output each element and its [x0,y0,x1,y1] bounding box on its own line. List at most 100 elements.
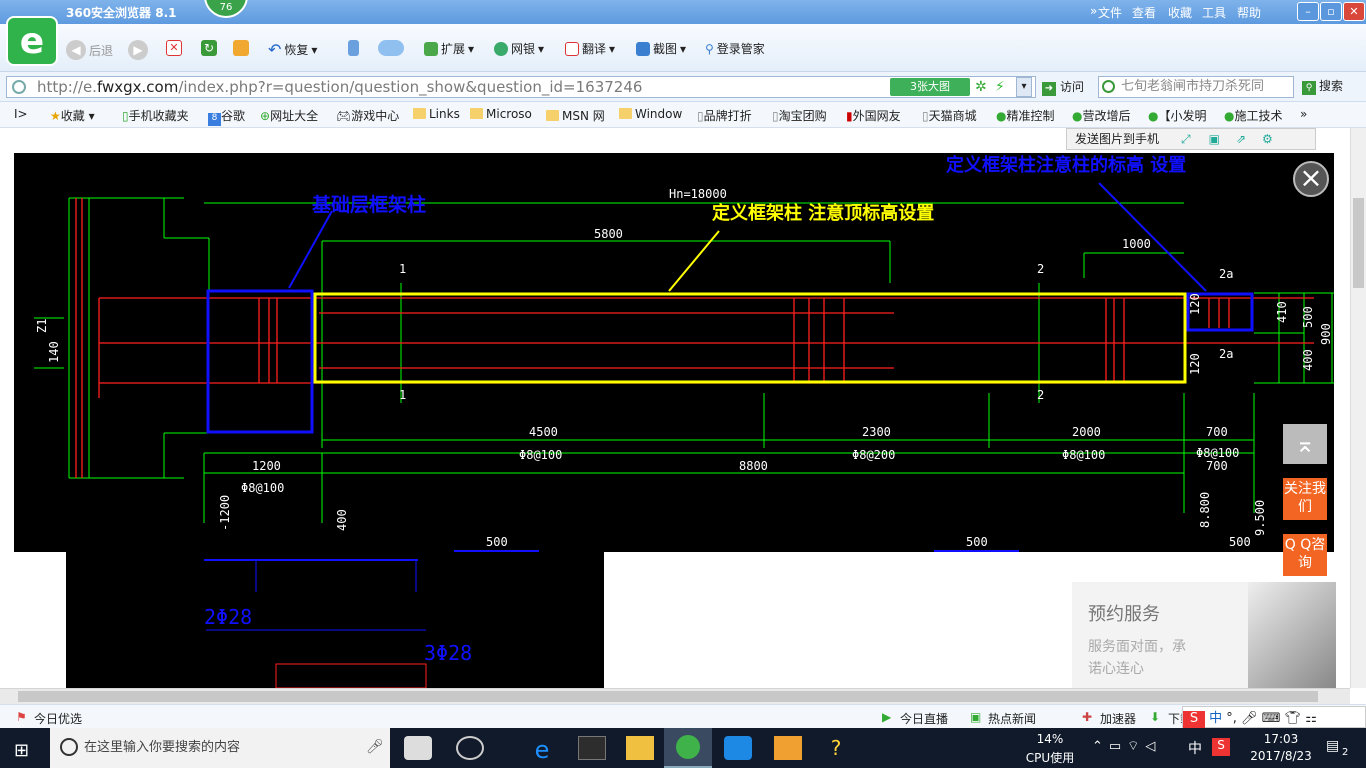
big-image-button[interactable]: 3张大图 [890,78,970,96]
speed-link[interactable]: 加速器 [1100,710,1136,727]
horizontal-scrollbar[interactable] [0,688,1350,704]
restore-tab-button[interactable]: ↶ 恢复 ▾ [268,40,317,59]
fav-item[interactable]: ●精准控制 [996,107,1055,124]
cloud-icon [378,40,404,56]
restore-button[interactable]: ▫ [1320,2,1342,21]
fav-item[interactable]: ▯手机收藏夹 [122,107,189,124]
refresh-button[interactable]: ↻ [201,40,217,56]
qq-consult-button[interactable]: Q Q咨询 [1283,534,1327,576]
task-app-icon[interactable] [774,736,802,760]
dim-label: 8800 [739,459,768,473]
live-link[interactable]: 今日直播 [900,710,948,727]
fav-item[interactable]: ★收藏 ▾ [50,107,95,124]
page-icon: ▯ [772,109,779,123]
fav-item[interactable]: Links [413,107,460,121]
fav-item[interactable]: ▯淘宝团购 [772,107,827,124]
visit-button[interactable]: ➜ 访问 [1042,78,1084,96]
cloud-button[interactable] [378,40,404,56]
stop-button[interactable]: ✕ [166,40,182,56]
send-to-phone-button[interactable]: 发送图片到手机 [1075,132,1159,146]
task-app-icon[interactable] [456,736,484,760]
section-mark: 2a [1219,347,1233,361]
news-link[interactable]: 热点新闻 [988,710,1036,727]
address-input[interactable]: http://e.fwxgx.com/index.php?r=question/… [6,76,1036,98]
back-to-top-icon[interactable]: ⌅ [1283,424,1327,464]
login-manager-button[interactable]: ⚲ 登录管家 [705,40,765,57]
section-mark: 2a [1219,267,1233,281]
phone-button[interactable] [348,40,359,56]
screenshot-button[interactable]: 截图 ▾ [636,40,686,57]
close-viewer-button[interactable]: × [1293,161,1329,197]
reserve-title: 预约服务 [1088,604,1160,625]
file-explorer-icon[interactable] [626,736,654,760]
edge-icon[interactable]: e [528,736,556,764]
menu-view[interactable]: 查看 [1132,4,1156,21]
menu-help[interactable]: 帮助 [1237,4,1261,21]
fav-item[interactable]: ⊕网址大全 [260,107,318,124]
fav-item[interactable]: ●施工技术 [1224,107,1283,124]
search-button[interactable]: ⚲ 搜索 [1302,77,1343,95]
menu-file[interactable]: 文件 [1098,4,1122,21]
cad-drawing: Hn=18000 5800 1000 4500 2300 2000 700 12… [14,154,1334,552]
notification-center-icon[interactable]: ▤ [1326,738,1339,754]
tray-icons[interactable]: ⌃▭⌔◁ [1092,738,1161,754]
menu-tools[interactable]: 工具 [1202,4,1226,21]
dim-label: 500 [486,535,508,549]
ime-toolbar[interactable]: S 中 °, 🎤︎ ⌨ 👕︎ ⚏ [1182,706,1366,731]
store-icon[interactable] [578,736,606,760]
fav-item[interactable]: MSN 网 [546,107,605,124]
fav-item[interactable]: Microso [470,107,532,121]
home-button[interactable] [233,40,249,56]
menu-arrows-icon[interactable]: » [1090,4,1097,18]
back-button[interactable]: ◀ 后退 [66,40,113,60]
clock-date[interactable]: 2017/8/23 [1244,749,1318,763]
site-info-icon[interactable] [12,80,26,94]
fav-item[interactable]: ●营改增后 [1072,107,1131,124]
address-dropdown-icon[interactable]: ▾ [1016,77,1032,97]
today-pick-link[interactable]: 今日优选 [34,710,82,727]
bank-button[interactable]: 网银 ▾ [494,40,544,57]
microphone-icon[interactable]: 🎤︎ [366,739,384,755]
cpu-percent: 14% [1036,732,1064,746]
extend-button[interactable]: 扩展 ▾ [424,40,474,57]
google-icon: 8 [208,113,221,126]
fav-item[interactable]: ▮外国网友 [846,107,901,124]
today-pick-icon[interactable]: ⚑ [16,710,27,724]
forward-button[interactable]: ▶ [128,40,148,60]
phone-icon [348,40,359,56]
app-title: 360安全浏览器 8.1 [66,6,177,20]
help-task-icon[interactable]: ? [822,736,850,760]
fav-item[interactable]: 🎮︎游戏中心 [336,107,399,124]
favbar-toggle-icon[interactable]: I> [14,107,28,121]
sogou-tray-icon[interactable]: S [1212,738,1230,756]
lightning-icon[interactable]: ⚡ [995,79,1005,95]
task-app-icon[interactable] [724,736,752,760]
reload-icon[interactable]: ✲ [975,79,987,95]
close-window-button[interactable]: ✕ [1343,2,1365,21]
browser-logo-icon[interactable]: e [6,16,58,66]
minimize-button[interactable]: – [1297,2,1319,21]
vertical-scrollbar[interactable] [1350,128,1366,688]
search-input[interactable]: 七旬老翁闸市持刀杀死同 [1098,76,1294,98]
task-app-icon[interactable] [404,736,432,760]
fav-item[interactable]: ▯天猫商城 [922,107,977,124]
clock-time[interactable]: 17:03 [1256,732,1306,746]
fav-item[interactable]: Window [619,107,682,121]
fullscreen-icon[interactable]: ⤢ [1181,132,1191,146]
taskbar-search-input[interactable]: 在这里输入你要搜索的内容 [50,728,390,768]
ime-indicator[interactable]: 中 [1188,738,1202,758]
menu-favorites[interactable]: 收藏 [1168,4,1192,21]
fav-item[interactable]: ▯品牌打折 [697,107,752,124]
active-browser-task[interactable] [664,728,712,768]
translate-button[interactable]: 翻译 ▾ [565,40,615,57]
save-icon[interactable]: ▣ [1209,132,1220,146]
favbar-more-icon[interactable]: » [1300,107,1307,121]
share-icon[interactable]: ⇗ [1236,132,1246,146]
notification-count: 2 [1342,747,1349,758]
search-engine-icon[interactable] [1102,80,1115,93]
windows-start-icon[interactable]: ⊞ [14,740,29,761]
fav-item[interactable]: 8 谷歌 [208,107,245,126]
follow-us-button[interactable]: 关注我们 [1283,478,1327,520]
settings-icon[interactable]: ⚙ [1262,132,1273,146]
fav-item[interactable]: ●【小发明 [1148,107,1207,124]
